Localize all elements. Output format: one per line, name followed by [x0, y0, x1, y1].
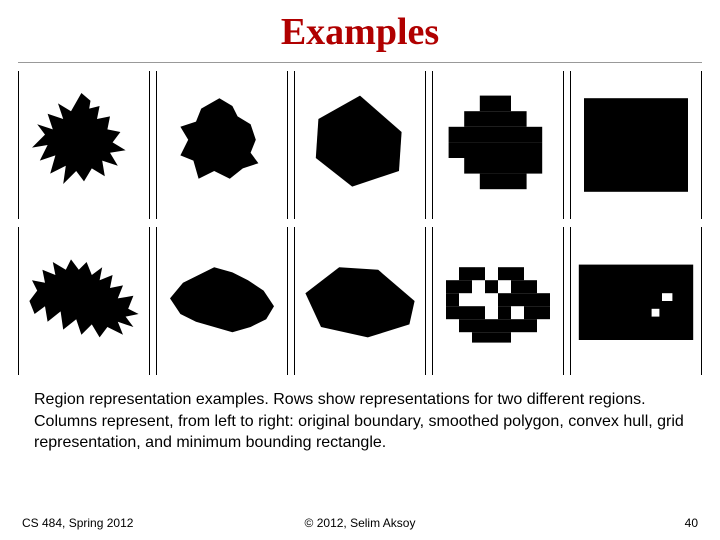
footer-page-number: 40: [685, 516, 698, 530]
cell-smoothed-polygon: [156, 227, 288, 375]
cell-bounding-rectangle: [570, 227, 702, 375]
shape-icon: [19, 71, 149, 219]
slide-title: Examples: [0, 0, 720, 62]
cell-convex-hull: [294, 227, 426, 375]
cell-smoothed-polygon: [156, 71, 288, 219]
cell-original-boundary: [18, 227, 150, 375]
shape-icon: [157, 71, 287, 219]
footer-copyright: © 2012, Selim Aksoy: [305, 516, 416, 530]
cell-original-boundary: [18, 71, 150, 219]
figure-caption: Region representation examples. Rows sho…: [0, 375, 720, 454]
shape-icon: [157, 227, 287, 375]
shape-icon: [571, 227, 701, 375]
title-divider: [18, 62, 702, 63]
grid-row: [18, 71, 702, 219]
shape-icon: [295, 227, 425, 375]
grid-row: [18, 227, 702, 375]
cell-bounding-rectangle: [570, 71, 702, 219]
shape-icon: [433, 227, 563, 375]
shape-icon: [19, 227, 149, 375]
shape-icon: [295, 71, 425, 219]
shape-icon: [433, 71, 563, 219]
example-grid: [0, 71, 720, 375]
shape-icon: [571, 71, 701, 219]
cell-grid-representation: [432, 71, 564, 219]
cell-convex-hull: [294, 71, 426, 219]
slide-footer: CS 484, Spring 2012 © 2012, Selim Aksoy …: [0, 516, 720, 530]
footer-course: CS 484, Spring 2012: [22, 516, 133, 530]
cell-grid-representation: [432, 227, 564, 375]
